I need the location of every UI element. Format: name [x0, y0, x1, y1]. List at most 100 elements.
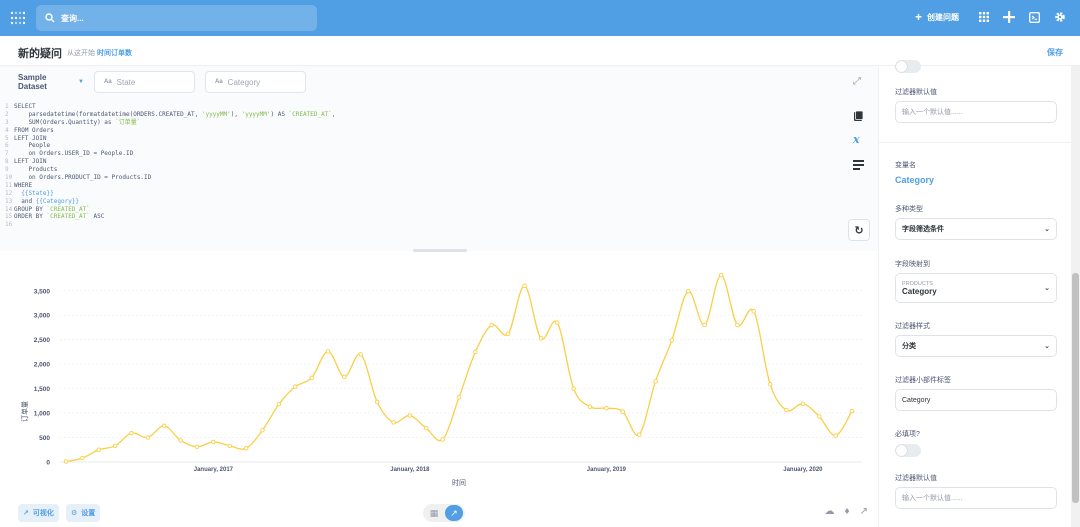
- state-filter-widget[interactable]: Aa State: [94, 71, 195, 93]
- code-token: LEFT JOIN: [14, 158, 47, 166]
- chevron-down-icon: ▼: [78, 79, 84, 85]
- run-query-button[interactable]: ↻: [848, 219, 870, 241]
- search-bar[interactable]: 查询...: [36, 5, 317, 31]
- add-icon[interactable]: [1003, 11, 1015, 23]
- code-token: ) AS: [270, 110, 289, 118]
- required-toggle[interactable]: [895, 444, 921, 457]
- data-point: [620, 409, 626, 414]
- code-line: 7 on Orders.USER_ID = People.ID: [5, 150, 336, 158]
- view-footer: ↗ 可视化 ⚙ 设置 ▦ ↗ ☁ ♦ ↗: [0, 498, 878, 527]
- bell-icon[interactable]: ♦: [845, 506, 850, 517]
- variables-icon[interactable]: 𝒙: [853, 133, 860, 146]
- chart-icon[interactable]: ↗: [445, 505, 463, 521]
- chevron-down-icon: ⌄: [1044, 343, 1050, 350]
- default-value-input-top[interactable]: 输入一个默认值......: [895, 101, 1057, 123]
- category-filter-widget[interactable]: Aa Category: [205, 71, 306, 93]
- field-mapping-field: Category: [902, 286, 937, 296]
- data-point: [833, 433, 838, 438]
- data-point: [669, 337, 675, 343]
- y-tick-label: 500: [39, 435, 50, 442]
- code-token: 'yyyyMM': [201, 110, 231, 118]
- chevron-down-icon: ⌄: [1044, 226, 1050, 233]
- category-filter-placeholder: Category: [227, 77, 261, 87]
- variable-type-select[interactable]: 字段筛选条件 ⌄: [895, 218, 1057, 240]
- data-point: [407, 413, 413, 418]
- code-token: SUM(Orders.Quantity) as: [14, 118, 116, 126]
- code-token: and: [14, 197, 36, 205]
- code-token: on Orders.USER_ID = People.ID: [14, 150, 134, 158]
- data-point: [63, 459, 69, 464]
- search-placeholder: 查询...: [61, 13, 84, 23]
- subtitle-prefix: 从这开始: [67, 50, 95, 57]
- data-point: [800, 401, 806, 407]
- data-point: [702, 322, 707, 328]
- search-icon: [45, 13, 55, 23]
- grid-icon[interactable]: [979, 12, 989, 22]
- metabase-logo-icon[interactable]: [10, 10, 26, 26]
- y-tick-label: 2,000: [34, 362, 51, 369]
- data-point: [424, 425, 429, 431]
- data-point: [555, 320, 560, 325]
- line-number: 7: [5, 150, 9, 158]
- widget-type-select[interactable]: 分类 ⌄: [895, 335, 1057, 357]
- code-token: `订单量`: [115, 118, 141, 126]
- line-number: 15: [5, 213, 13, 221]
- gear-icon[interactable]: [1054, 11, 1066, 23]
- main-area: Sample Dataset ▼ Aa State Aa Category ⤢ …: [0, 66, 878, 527]
- data-point: [587, 404, 593, 409]
- data-point: [784, 407, 789, 413]
- y-tick-label: 3,500: [34, 288, 51, 295]
- code-line: 4 FROM Orders: [5, 127, 336, 135]
- data-point: [276, 402, 282, 407]
- code-line: 10 on Orders.PRODUCT_ID = Products.ID: [5, 174, 336, 182]
- snippets-icon[interactable]: [853, 160, 864, 170]
- y-axis-label: 订单量: [20, 401, 29, 422]
- data-point: [129, 430, 134, 436]
- settings-button[interactable]: ⚙ 设置: [66, 504, 101, 522]
- code-line: 11 WHERE: [5, 182, 336, 190]
- table-chart-toggle[interactable]: ▦ ↗: [423, 504, 465, 522]
- required-label: 必填项?: [895, 431, 920, 438]
- data-point: [391, 420, 396, 425]
- collapse-editor-icon[interactable]: ⤢: [853, 76, 861, 87]
- table-icon[interactable]: ▦: [425, 505, 443, 521]
- sql-code[interactable]: 1 SELECT 2 parsedatetime(formatdatetime(OR…: [5, 103, 336, 229]
- new-question-button[interactable]: + 创建问题: [915, 10, 959, 24]
- download-icon[interactable]: ☁: [825, 506, 835, 517]
- save-button[interactable]: 保存: [1047, 47, 1063, 58]
- widget-label-input[interactable]: Category: [895, 389, 1057, 411]
- expand-icon[interactable]: ↗: [860, 506, 868, 517]
- data-point: [112, 443, 118, 449]
- visualize-button[interactable]: ↗ 可视化: [18, 504, 59, 522]
- x-axis-label: 时间: [452, 478, 466, 487]
- code-line: 5 LEFT JOIN: [5, 135, 336, 143]
- code-token: parsedatetime(formatdatetime(ORDERS.CREA…: [14, 110, 202, 118]
- default-value-label-top: 过滤器默认值: [895, 89, 937, 96]
- source-question-link[interactable]: 时间订单数: [97, 50, 132, 57]
- line-number: 14: [5, 205, 13, 213]
- data-point: [473, 349, 478, 355]
- line-number: 3: [5, 118, 9, 126]
- database-picker[interactable]: Sample Dataset ▼: [18, 73, 84, 91]
- sql-editor-icon[interactable]: [1029, 11, 1040, 23]
- data-point: [686, 289, 691, 294]
- data-reference-icon[interactable]: [853, 111, 864, 122]
- data-point: [735, 322, 740, 328]
- code-line: 3 SUM(Orders.Quantity) as `订单量`: [5, 119, 336, 127]
- code-token: `CREATED_AT`: [288, 110, 332, 118]
- required-toggle-top[interactable]: [895, 60, 921, 73]
- data-point: [96, 447, 101, 453]
- code-token: FROM Orders: [14, 126, 54, 134]
- code-line: 2 parsedatetime(formatdatetime(ORDERS.CR…: [5, 111, 336, 119]
- field-mapping-select[interactable]: PRODUCTS Category ⌄: [895, 273, 1057, 303]
- line-number: 5: [5, 134, 9, 142]
- widget-label-label: 过滤器小部件标签: [895, 377, 951, 384]
- scrollbar-thumb[interactable]: [1072, 273, 1079, 503]
- data-point: [767, 381, 773, 387]
- default-value-input[interactable]: 输入一个默认值......: [895, 487, 1057, 509]
- text-type-icon: Aa: [215, 79, 223, 85]
- line-chart: 0 500 1,000 1,500 2,000 2,500 3,000 3,500 Januar…: [0, 251, 878, 498]
- line-number: 4: [5, 126, 9, 134]
- data-point: [325, 349, 331, 354]
- panel-scrollbar[interactable]: [1071, 66, 1080, 527]
